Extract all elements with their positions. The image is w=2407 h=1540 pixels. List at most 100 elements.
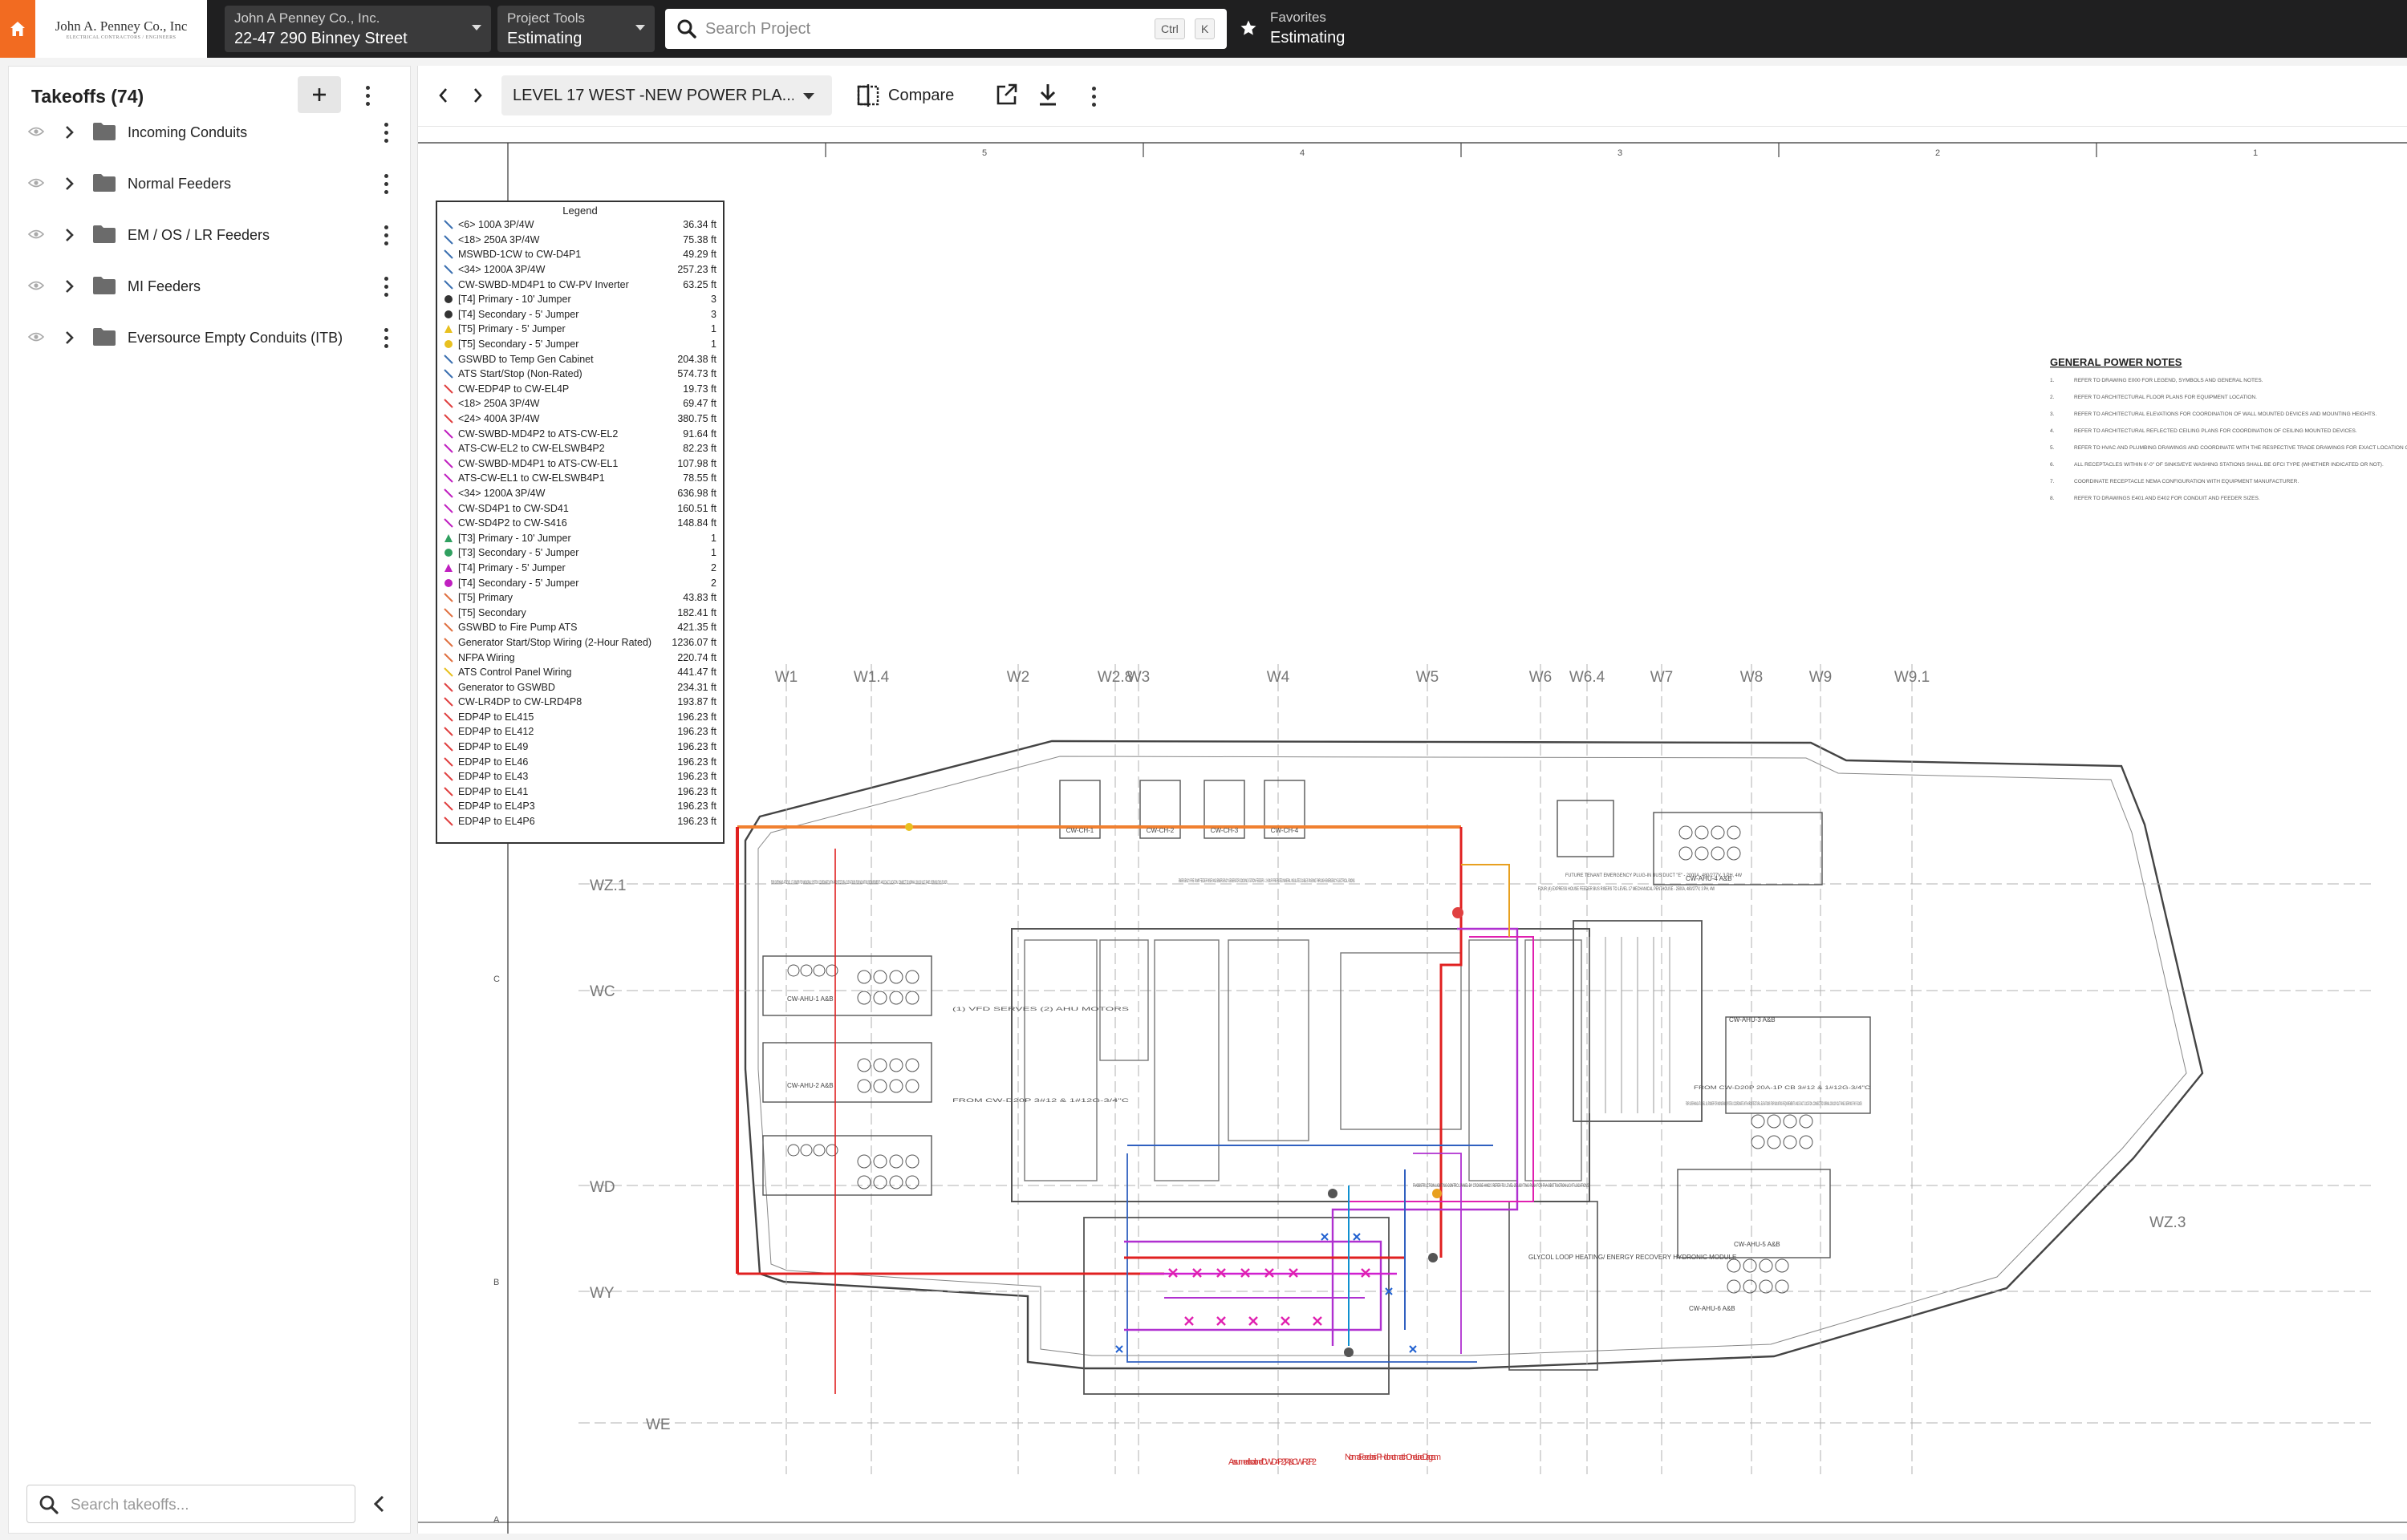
previous-sheet-button[interactable]: [436, 83, 452, 111]
legend-item[interactable]: Generator Start/Stop Wiring (2-Hour Rate…: [437, 635, 723, 650]
equipment-label: GLYCOL LOOP HEATING/ ENERGY RECOVERY HYD…: [1528, 1254, 1736, 1261]
legend-item[interactable]: [T4] Primary - 5' Jumper 2: [437, 561, 723, 576]
open-external-button[interactable]: [994, 82, 1018, 111]
line-swatch-icon: [444, 473, 453, 484]
legend-item[interactable]: EDP4P to EL46 196.23 ft: [437, 754, 723, 769]
folder-more-menu-button[interactable]: [378, 171, 394, 197]
legend-item[interactable]: [T5] Primary - 5' Jumper 1: [437, 322, 723, 337]
legend-item[interactable]: CW-SD4P2 to CW-S416 148.84 ft: [437, 516, 723, 531]
expand-chevron-icon[interactable]: [62, 278, 76, 299]
compare-button[interactable]: Compare: [856, 75, 954, 116]
legend-item[interactable]: [T4] Primary - 10' Jumper 3: [437, 292, 723, 307]
legend-item[interactable]: ATS-CW-EL2 to CW-ELSWB4P2 82.23 ft: [437, 441, 723, 456]
drawing-note-text: FOR OVERHANG AT LEVEL 17, POWER FOR MONO…: [771, 881, 948, 886]
legend-item[interactable]: GSWBD to Fire Pump ATS 421.35 ft: [437, 620, 723, 635]
expand-chevron-icon[interactable]: [62, 226, 76, 248]
drawing-canvas[interactable]: W1 W1.4 W2 W2.8 W3 W4 W5 W6 W6.4 W7 W8 W9 W9.1 WZ.1 WC…: [418, 127, 2407, 1534]
count-dot-icon: [444, 340, 453, 349]
visibility-eye-icon[interactable]: [27, 177, 45, 192]
folder-more-menu-button[interactable]: [378, 274, 394, 299]
visibility-eye-icon[interactable]: [27, 280, 45, 295]
legend-item[interactable]: <24> 400A 3P/4W 380.75 ft: [437, 411, 723, 427]
expand-chevron-icon[interactable]: [62, 175, 76, 197]
legend-item[interactable]: CW-SWBD-MD4P1 to CW-PV Inverter 63.25 ft: [437, 277, 723, 292]
legend-item[interactable]: EDP4P to EL4P6 196.23 ft: [437, 814, 723, 829]
legend-item-name: ATS-CW-EL2 to CW-ELSWB4P2: [458, 443, 605, 455]
visibility-eye-icon[interactable]: [27, 126, 45, 141]
legend-item[interactable]: CW-SWBD-MD4P2 to ATS-CW-EL2 91.64 ft: [437, 426, 723, 441]
legend-item[interactable]: EDP4P to EL4P3 196.23 ft: [437, 799, 723, 814]
takeoff-folder-row[interactable]: MI Feeders: [9, 264, 410, 309]
legend-list: <6> 100A 3P/4W 36.34 ft <18> 250A 3P/4W 75.…: [437, 217, 723, 829]
legend-item-name: EDP4P to EL4P6: [458, 816, 535, 828]
legend-item[interactable]: <18> 250A 3P/4W 69.47 ft: [437, 396, 723, 411]
ruler-number: 2: [1935, 148, 1940, 158]
takeoff-folder-row[interactable]: EM / OS / LR Feeders: [9, 213, 410, 257]
legend-item[interactable]: ATS-CW-EL1 to CW-ELSWB4P1 78.55 ft: [437, 471, 723, 486]
legend-item[interactable]: [T5] Secondary 182.41 ft: [437, 605, 723, 620]
legend-item[interactable]: EDP4P to EL412 196.23 ft: [437, 724, 723, 740]
legend-item[interactable]: ATS Control Panel Wiring 441.47 ft: [437, 665, 723, 680]
next-sheet-button[interactable]: [469, 83, 485, 111]
legend-item[interactable]: [T5] Secondary - 5' Jumper 1: [437, 337, 723, 352]
project-selector[interactable]: John A Penney Co., Inc. 22-47 290 Binney…: [225, 6, 491, 52]
folder-more-menu-button[interactable]: [378, 325, 394, 351]
takeoff-legend[interactable]: Legend <6> 100A 3P/4W 36.34 ft <18> 250A 3…: [436, 201, 725, 844]
visibility-eye-icon[interactable]: [27, 229, 45, 244]
legend-item[interactable]: <6> 100A 3P/4W 36.34 ft: [437, 217, 723, 233]
project-tools-selector[interactable]: Project Tools Estimating: [497, 6, 655, 52]
legend-item-value: 3: [711, 308, 716, 320]
legend-item-value: 257.23 ft: [677, 264, 716, 276]
add-takeoff-button[interactable]: [298, 76, 341, 113]
home-button[interactable]: [0, 0, 35, 58]
legend-item[interactable]: [T5] Primary 43.83 ft: [437, 590, 723, 606]
legend-item[interactable]: <18> 250A 3P/4W 75.38 ft: [437, 233, 723, 248]
legend-item[interactable]: <34> 1200A 3P/4W 257.23 ft: [437, 262, 723, 278]
legend-item-value: 1: [711, 532, 716, 544]
legend-item[interactable]: EDP4P to EL43 196.23 ft: [437, 769, 723, 784]
legend-item[interactable]: EDP4P to EL49 196.23 ft: [437, 740, 723, 755]
line-swatch-icon: [444, 756, 453, 767]
collapse-panel-button[interactable]: [370, 1493, 389, 1519]
legend-item[interactable]: MSWBD-1CW to CW-D4P1 49.29 ft: [437, 247, 723, 262]
takeoff-folder-row[interactable]: Incoming Conduits: [9, 110, 410, 155]
visibility-eye-icon[interactable]: [27, 331, 45, 346]
general-note-text: ALL RECEPTACLES WITHIN 6'-0" OF SINKS/EY…: [2074, 462, 2384, 468]
legend-item[interactable]: [T4] Secondary - 5' Jumper 2: [437, 575, 723, 590]
legend-item[interactable]: EDP4P to EL41 196.23 ft: [437, 784, 723, 800]
drawing-note-text: FROM CW-D20P 20A-1P CB 3#12 & 1#12G-3/4"…: [1694, 1086, 1871, 1091]
legend-item[interactable]: NFPA Wiring 220.74 ft: [437, 650, 723, 665]
legend-item[interactable]: EDP4P to EL415 196.23 ft: [437, 710, 723, 725]
search-takeoffs-input[interactable]: Search takeoffs...: [26, 1485, 355, 1523]
dot: [384, 233, 388, 237]
legend-item[interactable]: CW-EDP4P to CW-EL4P 19.73 ft: [437, 382, 723, 397]
folder-more-menu-button[interactable]: [378, 120, 394, 145]
grid-row-label: WC: [590, 983, 615, 1000]
legend-item[interactable]: [T4] Secondary - 5' Jumper 3: [437, 307, 723, 322]
folder-label: Incoming Conduits: [128, 124, 248, 140]
expand-chevron-icon[interactable]: [62, 124, 76, 145]
line-swatch-icon: [444, 488, 453, 498]
folder-more-menu-button[interactable]: [378, 222, 394, 248]
legend-item[interactable]: Generator to GSWBD 234.31 ft: [437, 679, 723, 695]
viewer-more-menu-button[interactable]: [1086, 83, 1102, 109]
legend-item[interactable]: <34> 1200A 3P/4W 636.98 ft: [437, 486, 723, 501]
takeoff-folder-row[interactable]: Normal Feeders: [9, 161, 410, 206]
legend-item-name: NFPA Wiring: [458, 651, 515, 663]
legend-item[interactable]: CW-SWBD-MD4P1 to ATS-CW-EL1 107.98 ft: [437, 456, 723, 472]
project-search-input[interactable]: Search Project Ctrl K: [665, 9, 1227, 49]
legend-item[interactable]: CW-LR4DP to CW-LRD4P8 193.87 ft: [437, 695, 723, 710]
drawing-viewer-panel: LEVEL 17 WEST -NEW POWER PLA... Compare: [417, 66, 2407, 1534]
sheet-selector[interactable]: LEVEL 17 WEST -NEW POWER PLA...: [501, 75, 832, 116]
takeoff-folder-row[interactable]: Eversource Empty Conduits (ITB): [9, 315, 410, 360]
download-button[interactable]: [1036, 82, 1060, 111]
expand-chevron-icon[interactable]: [62, 329, 76, 351]
takeoffs-more-menu-button[interactable]: [355, 83, 380, 108]
legend-item[interactable]: ATS Start/Stop (Non-Rated) 574.73 ft: [437, 367, 723, 382]
company-logo[interactable]: John A. Penney Co., Inc ELECTRICAL CONTR…: [35, 0, 207, 58]
legend-item[interactable]: GSWBD to Temp Gen Cabinet 204.38 ft: [437, 351, 723, 367]
legend-item-value: 2: [711, 561, 716, 573]
legend-item[interactable]: CW-SD4P1 to CW-SD41 160.51 ft: [437, 500, 723, 516]
legend-item[interactable]: [T3] Secondary - 5' Jumper 1: [437, 545, 723, 561]
legend-item[interactable]: [T3] Primary - 10' Jumper 1: [437, 530, 723, 545]
